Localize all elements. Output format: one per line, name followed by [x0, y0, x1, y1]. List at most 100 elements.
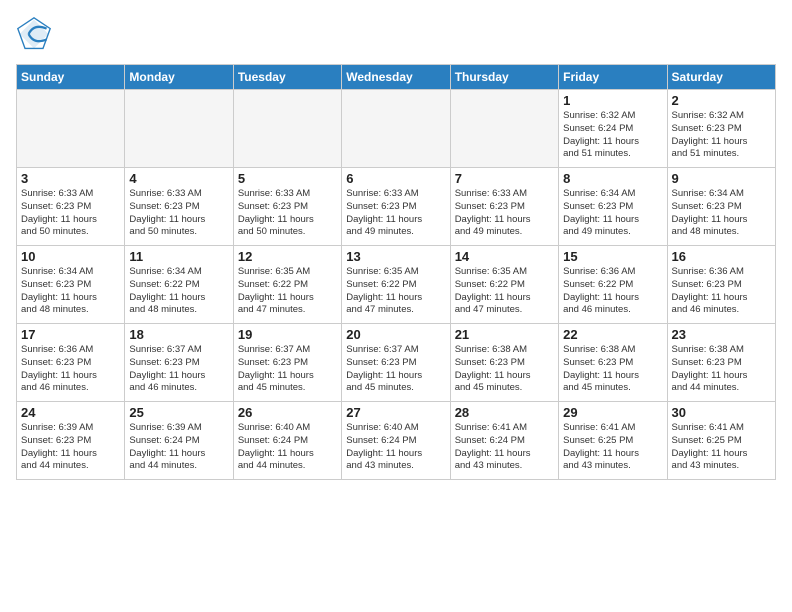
day-number: 26 — [238, 405, 337, 420]
day-info: Sunrise: 6:39 AM Sunset: 6:23 PM Dayligh… — [21, 422, 120, 473]
day-info: Sunrise: 6:33 AM Sunset: 6:23 PM Dayligh… — [455, 188, 554, 239]
day-info: Sunrise: 6:36 AM Sunset: 6:23 PM Dayligh… — [21, 344, 120, 395]
day-info: Sunrise: 6:32 AM Sunset: 6:23 PM Dayligh… — [672, 110, 771, 161]
day-info: Sunrise: 6:41 AM Sunset: 6:25 PM Dayligh… — [672, 422, 771, 473]
calendar-cell — [342, 90, 450, 168]
day-number: 13 — [346, 249, 445, 264]
day-info: Sunrise: 6:33 AM Sunset: 6:23 PM Dayligh… — [346, 188, 445, 239]
calendar-cell: 8 Sunrise: 6:34 AM Sunset: 6:23 PM Daylig… — [559, 168, 667, 246]
day-info: Sunrise: 6:34 AM Sunset: 6:23 PM Dayligh… — [672, 188, 771, 239]
calendar-week-row: 24 Sunrise: 6:39 AM Sunset: 6:23 PM Dayli… — [17, 402, 776, 480]
day-number: 28 — [455, 405, 554, 420]
day-number: 15 — [563, 249, 662, 264]
day-info: Sunrise: 6:35 AM Sunset: 6:22 PM Dayligh… — [455, 266, 554, 317]
calendar-cell: 18 Sunrise: 6:37 AM Sunset: 6:23 PM Dayli… — [125, 324, 233, 402]
day-number: 18 — [129, 327, 228, 342]
day-info: Sunrise: 6:41 AM Sunset: 6:24 PM Dayligh… — [455, 422, 554, 473]
day-number: 12 — [238, 249, 337, 264]
calendar-cell: 26 Sunrise: 6:40 AM Sunset: 6:24 PM Dayli… — [233, 402, 341, 480]
day-info: Sunrise: 6:39 AM Sunset: 6:24 PM Dayligh… — [129, 422, 228, 473]
day-number: 5 — [238, 171, 337, 186]
calendar-cell: 11 Sunrise: 6:34 AM Sunset: 6:22 PM Dayli… — [125, 246, 233, 324]
calendar-cell — [17, 90, 125, 168]
day-number: 16 — [672, 249, 771, 264]
calendar-week-row: 10 Sunrise: 6:34 AM Sunset: 6:23 PM Dayli… — [17, 246, 776, 324]
day-number: 23 — [672, 327, 771, 342]
calendar-cell: 4 Sunrise: 6:33 AM Sunset: 6:23 PM Daylig… — [125, 168, 233, 246]
day-number: 25 — [129, 405, 228, 420]
calendar-cell: 25 Sunrise: 6:39 AM Sunset: 6:24 PM Dayli… — [125, 402, 233, 480]
calendar-cell: 22 Sunrise: 6:38 AM Sunset: 6:23 PM Dayli… — [559, 324, 667, 402]
calendar-cell: 2 Sunrise: 6:32 AM Sunset: 6:23 PM Daylig… — [667, 90, 775, 168]
day-number: 4 — [129, 171, 228, 186]
calendar-cell: 16Sunrise: 6:36 AM Sunset: 6:23 PM Dayli… — [667, 246, 775, 324]
calendar-cell: 10 Sunrise: 6:34 AM Sunset: 6:23 PM Dayli… — [17, 246, 125, 324]
day-number: 11 — [129, 249, 228, 264]
calendar-cell — [125, 90, 233, 168]
day-number: 10 — [21, 249, 120, 264]
calendar-week-row: 17Sunrise: 6:36 AM Sunset: 6:23 PM Dayli… — [17, 324, 776, 402]
day-header-sunday: Sunday — [17, 65, 125, 90]
calendar-cell: 19 Sunrise: 6:37 AM Sunset: 6:23 PM Dayli… — [233, 324, 341, 402]
calendar-cell: 7Sunrise: 6:33 AM Sunset: 6:23 PM Daylig… — [450, 168, 558, 246]
day-info: Sunrise: 6:37 AM Sunset: 6:23 PM Dayligh… — [346, 344, 445, 395]
calendar-table: SundayMondayTuesdayWednesdayThursdayFrid… — [16, 64, 776, 480]
day-header-monday: Monday — [125, 65, 233, 90]
day-header-tuesday: Tuesday — [233, 65, 341, 90]
day-info: Sunrise: 6:40 AM Sunset: 6:24 PM Dayligh… — [238, 422, 337, 473]
calendar-cell: 30Sunrise: 6:41 AM Sunset: 6:25 PM Dayli… — [667, 402, 775, 480]
calendar-cell: 3 Sunrise: 6:33 AM Sunset: 6:23 PM Daylig… — [17, 168, 125, 246]
calendar-cell: 24 Sunrise: 6:39 AM Sunset: 6:23 PM Dayli… — [17, 402, 125, 480]
day-number: 9 — [672, 171, 771, 186]
day-number: 24 — [21, 405, 120, 420]
page-header — [16, 16, 776, 52]
day-info: Sunrise: 6:34 AM Sunset: 6:23 PM Dayligh… — [563, 188, 662, 239]
day-header-wednesday: Wednesday — [342, 65, 450, 90]
calendar-cell: 23 Sunrise: 6:38 AM Sunset: 6:23 PM Dayli… — [667, 324, 775, 402]
day-info: Sunrise: 6:41 AM Sunset: 6:25 PM Dayligh… — [563, 422, 662, 473]
day-number: 2 — [672, 93, 771, 108]
day-info: Sunrise: 6:34 AM Sunset: 6:23 PM Dayligh… — [21, 266, 120, 317]
day-number: 21 — [455, 327, 554, 342]
calendar-cell: 5 Sunrise: 6:33 AM Sunset: 6:23 PM Daylig… — [233, 168, 341, 246]
day-number: 3 — [21, 171, 120, 186]
logo — [16, 16, 56, 52]
day-info: Sunrise: 6:33 AM Sunset: 6:23 PM Dayligh… — [238, 188, 337, 239]
day-info: Sunrise: 6:40 AM Sunset: 6:24 PM Dayligh… — [346, 422, 445, 473]
day-number: 14 — [455, 249, 554, 264]
day-header-saturday: Saturday — [667, 65, 775, 90]
calendar-cell: 13 Sunrise: 6:35 AM Sunset: 6:22 PM Dayli… — [342, 246, 450, 324]
calendar-cell: 12 Sunrise: 6:35 AM Sunset: 6:22 PM Dayli… — [233, 246, 341, 324]
logo-icon — [16, 16, 52, 52]
day-number: 22 — [563, 327, 662, 342]
calendar-cell: 29 Sunrise: 6:41 AM Sunset: 6:25 PM Dayli… — [559, 402, 667, 480]
day-info: Sunrise: 6:32 AM Sunset: 6:24 PM Dayligh… — [563, 110, 662, 161]
calendar-cell: 17Sunrise: 6:36 AM Sunset: 6:23 PM Dayli… — [17, 324, 125, 402]
day-info: Sunrise: 6:38 AM Sunset: 6:23 PM Dayligh… — [672, 344, 771, 395]
day-number: 29 — [563, 405, 662, 420]
calendar-cell — [233, 90, 341, 168]
day-info: Sunrise: 6:38 AM Sunset: 6:23 PM Dayligh… — [563, 344, 662, 395]
calendar-cell: 15 Sunrise: 6:36 AM Sunset: 6:22 PM Dayli… — [559, 246, 667, 324]
day-info: Sunrise: 6:35 AM Sunset: 6:22 PM Dayligh… — [346, 266, 445, 317]
day-header-friday: Friday — [559, 65, 667, 90]
calendar-cell: 9 Sunrise: 6:34 AM Sunset: 6:23 PM Daylig… — [667, 168, 775, 246]
day-header-thursday: Thursday — [450, 65, 558, 90]
day-number: 6 — [346, 171, 445, 186]
day-number: 20 — [346, 327, 445, 342]
day-info: Sunrise: 6:36 AM Sunset: 6:22 PM Dayligh… — [563, 266, 662, 317]
calendar-cell: 14 Sunrise: 6:35 AM Sunset: 6:22 PM Dayli… — [450, 246, 558, 324]
day-number: 19 — [238, 327, 337, 342]
day-info: Sunrise: 6:38 AM Sunset: 6:23 PM Dayligh… — [455, 344, 554, 395]
day-info: Sunrise: 6:34 AM Sunset: 6:22 PM Dayligh… — [129, 266, 228, 317]
calendar-cell: 6 Sunrise: 6:33 AM Sunset: 6:23 PM Daylig… — [342, 168, 450, 246]
day-info: Sunrise: 6:37 AM Sunset: 6:23 PM Dayligh… — [129, 344, 228, 395]
day-info: Sunrise: 6:35 AM Sunset: 6:22 PM Dayligh… — [238, 266, 337, 317]
day-info: Sunrise: 6:37 AM Sunset: 6:23 PM Dayligh… — [238, 344, 337, 395]
calendar-cell: 28 Sunrise: 6:41 AM Sunset: 6:24 PM Dayli… — [450, 402, 558, 480]
day-number: 8 — [563, 171, 662, 186]
day-number: 1 — [563, 93, 662, 108]
day-info: Sunrise: 6:33 AM Sunset: 6:23 PM Dayligh… — [21, 188, 120, 239]
day-info: Sunrise: 6:33 AM Sunset: 6:23 PM Dayligh… — [129, 188, 228, 239]
calendar-week-row: 1 Sunrise: 6:32 AM Sunset: 6:24 PM Daylig… — [17, 90, 776, 168]
